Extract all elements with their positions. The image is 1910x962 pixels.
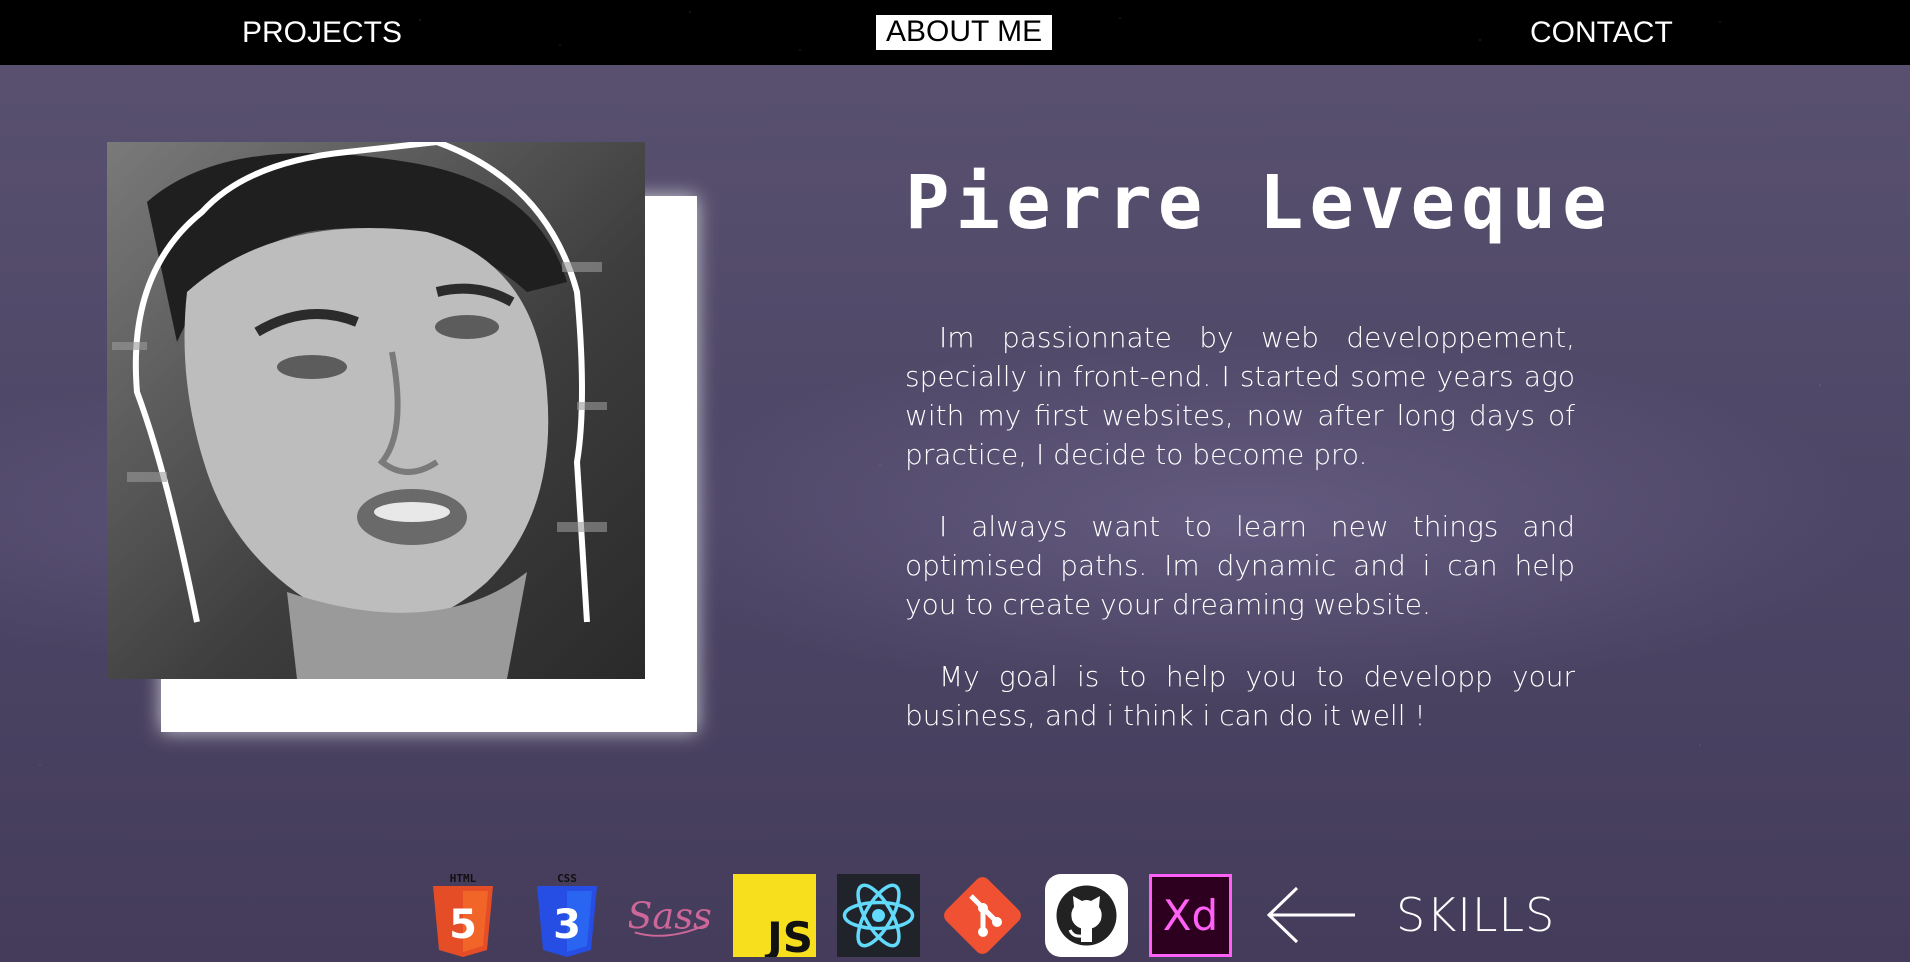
nav-contact-link[interactable]: CONTACT bbox=[1530, 16, 1673, 50]
react-icon bbox=[837, 873, 920, 957]
skill-adobe-xd[interactable]: Xd bbox=[1149, 873, 1232, 957]
skill-html5[interactable]: HTML 5 bbox=[421, 872, 504, 957]
css3-icon: CSS 3 bbox=[536, 872, 597, 957]
skill-sass[interactable]: Sass bbox=[629, 874, 712, 957]
nav-projects-link[interactable]: PROJECTS bbox=[242, 16, 402, 50]
git-icon bbox=[944, 876, 1021, 954]
arrow-left-icon bbox=[1266, 886, 1355, 944]
nav-about-link[interactable]: ABOUT ME bbox=[876, 15, 1053, 50]
bio-paragraph: I always want to learn new things and op… bbox=[905, 510, 1575, 621]
skill-github[interactable] bbox=[1045, 873, 1128, 957]
svg-text:5: 5 bbox=[449, 902, 477, 948]
svg-text:Sass: Sass bbox=[629, 895, 712, 938]
bio-text: Im passionnate by web developpement, spe… bbox=[905, 318, 1575, 768]
profile-name: Pierre Leveque bbox=[905, 160, 1613, 246]
top-navbar: PROJECTS ABOUT ME CONTACT bbox=[0, 0, 1910, 65]
svg-text:3: 3 bbox=[553, 902, 581, 948]
svg-text:JS: JS bbox=[764, 913, 813, 957]
skill-javascript[interactable]: JS bbox=[733, 873, 816, 957]
svg-text:HTML: HTML bbox=[449, 872, 476, 885]
skill-css3[interactable]: CSS 3 bbox=[525, 872, 608, 957]
skill-react[interactable] bbox=[837, 873, 920, 957]
github-icon bbox=[1045, 873, 1128, 957]
sass-icon: Sass bbox=[629, 895, 712, 938]
adobe-xd-icon: Xd bbox=[1149, 873, 1232, 957]
svg-text:Xd: Xd bbox=[1163, 891, 1218, 940]
skill-git[interactable] bbox=[941, 874, 1024, 957]
portrait-illustration bbox=[107, 142, 645, 679]
skills-label: SKILLS bbox=[1396, 888, 1556, 942]
javascript-icon: JS bbox=[733, 873, 816, 957]
html5-icon: HTML 5 bbox=[432, 872, 493, 957]
bio-paragraph: My goal is to help you to developp your … bbox=[905, 660, 1575, 732]
skills-bar: HTML 5 CSS 3 Sass JS Xd SKILLS bbox=[421, 872, 1556, 957]
svg-text:CSS: CSS bbox=[557, 872, 577, 885]
bio-paragraph: Im passionnate by web developpement, spe… bbox=[905, 321, 1575, 471]
profile-photo bbox=[107, 142, 645, 679]
